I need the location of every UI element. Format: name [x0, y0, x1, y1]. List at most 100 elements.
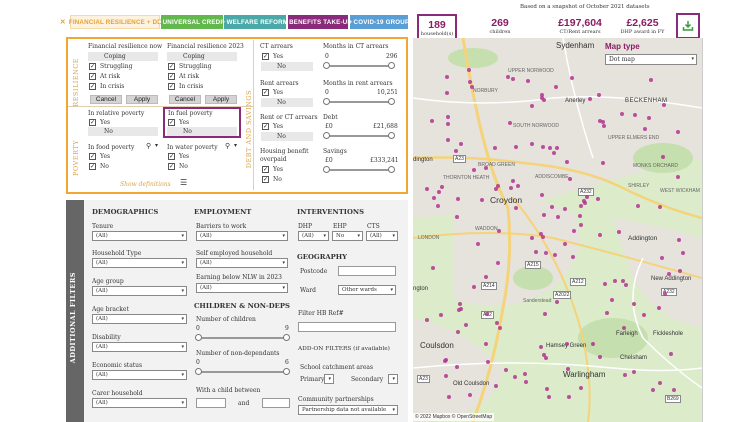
self-employed-select[interactable]: (All) ▾ [196, 258, 288, 268]
household-dot[interactable] [503, 367, 508, 372]
household-dot[interactable] [456, 329, 461, 334]
checkbox-water-yes[interactable]: ✓ [168, 153, 175, 160]
slider-handle[interactable] [283, 368, 290, 375]
household-dot[interactable] [429, 119, 434, 123]
household-dot[interactable] [598, 355, 602, 359]
household-dot[interactable] [458, 306, 463, 311]
search-icon[interactable]: ⚲ [225, 142, 230, 150]
household-dot[interactable] [540, 235, 545, 240]
household-dot[interactable] [516, 183, 521, 188]
checkbox-water-no[interactable]: ✓ [168, 163, 175, 170]
household-dot[interactable] [601, 160, 605, 165]
checkbox-in-crisis-2023[interactable]: ✓ [168, 83, 175, 90]
checkbox-food-no[interactable]: ✓ [89, 163, 96, 170]
household-dot[interactable] [562, 242, 567, 246]
household-dot[interactable] [425, 317, 430, 322]
household-dot[interactable] [661, 102, 666, 107]
primary-select[interactable]: ▾ [324, 374, 334, 384]
household-dot[interactable] [445, 121, 450, 126]
checkbox-fuel-yes[interactable]: ✓ [168, 119, 175, 126]
slider-handle[interactable] [388, 62, 395, 69]
household-dot[interactable] [671, 388, 676, 393]
apply-button-2023[interactable]: Apply [205, 95, 237, 104]
search-icon[interactable]: ⚲ [146, 142, 151, 150]
dhp-select[interactable]: (All) ▾ [298, 231, 329, 241]
household-dot[interactable] [539, 192, 544, 197]
checkbox-at-risk[interactable]: ✓ [89, 73, 96, 80]
household-dot[interactable] [424, 186, 429, 191]
household-dot[interactable] [526, 78, 531, 83]
filter-hb-input[interactable] [298, 322, 396, 332]
tenure-select[interactable]: (All) ▾ [92, 231, 187, 241]
household-dot[interactable] [457, 301, 462, 306]
household-dot[interactable] [660, 155, 665, 160]
household-dot[interactable] [471, 285, 476, 289]
earning-below-select[interactable]: (All) ▾ [196, 283, 288, 293]
household-dot[interactable] [622, 373, 627, 378]
tab-welfare-reform[interactable]: + WELFARE REFORM [222, 15, 288, 29]
household-dot[interactable] [484, 312, 489, 317]
option-coping-2023[interactable]: Coping [167, 52, 237, 61]
household-dot[interactable] [603, 281, 608, 286]
household-dot[interactable] [514, 144, 519, 149]
household-dot[interactable] [658, 380, 662, 385]
household-dot[interactable] [508, 186, 513, 190]
show-definitions-link[interactable]: Show definitions [120, 181, 171, 188]
household-dot[interactable] [556, 214, 561, 219]
household-dot[interactable] [635, 204, 640, 208]
postcode-input[interactable] [338, 266, 396, 276]
household-dot[interactable] [439, 312, 444, 317]
household-dot[interactable] [677, 269, 682, 273]
option-fuel-no[interactable]: No [167, 127, 237, 136]
household-dot[interactable] [484, 165, 488, 170]
household-dot[interactable] [542, 311, 547, 316]
checkbox-ct-yes[interactable]: ✓ [262, 53, 269, 60]
slider-handle[interactable] [283, 334, 290, 341]
slider-handle[interactable] [388, 98, 395, 105]
carer-household-select[interactable]: (All) ▾ [92, 398, 187, 408]
household-dot[interactable] [547, 145, 552, 150]
household-dot[interactable] [486, 359, 491, 364]
household-dot[interactable] [480, 197, 484, 202]
option-relative-no[interactable]: No [88, 127, 158, 136]
cts-select[interactable]: (All) ▾ [366, 231, 398, 241]
household-dot[interactable] [444, 373, 449, 378]
household-dot[interactable] [529, 104, 534, 108]
household-dot[interactable] [613, 278, 617, 283]
household-dot[interactable] [643, 126, 647, 131]
household-dot[interactable] [568, 177, 572, 181]
household-dot[interactable] [663, 291, 668, 296]
household-dot[interactable] [444, 74, 449, 79]
household-dot[interactable] [494, 321, 499, 325]
household-dot[interactable] [453, 148, 458, 153]
ehp-select[interactable]: No ▾ [332, 231, 363, 241]
household-dot[interactable] [571, 228, 576, 233]
barriers-select[interactable]: (All) ▾ [196, 231, 288, 241]
household-dot[interactable] [469, 84, 474, 89]
household-dot[interactable] [584, 194, 589, 199]
checkbox-food-yes[interactable]: ✓ [89, 153, 96, 160]
child-age-from-input[interactable] [196, 398, 226, 408]
household-dot[interactable] [648, 77, 653, 82]
household-dot[interactable] [446, 394, 451, 399]
checkbox-relative-yes[interactable]: ✓ [89, 119, 96, 126]
checkbox-struggling[interactable]: ✓ [89, 63, 96, 70]
checkbox-hb-no[interactable]: ✓ [262, 176, 269, 183]
tab-financial-resilience[interactable]: ✕ FINANCIAL RESILIENCE + DEBT [60, 15, 170, 29]
chevron-down-icon[interactable]: ▾ [234, 142, 237, 149]
household-dot[interactable] [455, 214, 459, 219]
household-dot[interactable] [657, 205, 662, 210]
household-dot[interactable] [555, 145, 560, 150]
slider-handle[interactable] [323, 132, 330, 139]
slider-handle[interactable] [388, 166, 395, 173]
household-dot[interactable] [541, 144, 546, 149]
household-dot[interactable] [435, 204, 440, 208]
household-dot[interactable] [543, 250, 548, 255]
household-dot[interactable] [508, 120, 512, 125]
partnership-select[interactable]: Partnership data not available ▾ [298, 405, 398, 415]
household-dot[interactable] [588, 96, 593, 101]
household-dot[interactable] [597, 118, 602, 123]
age-group-select[interactable]: (All) ▾ [92, 286, 187, 296]
household-dot[interactable] [546, 394, 551, 399]
child-age-to-input[interactable] [262, 398, 290, 408]
